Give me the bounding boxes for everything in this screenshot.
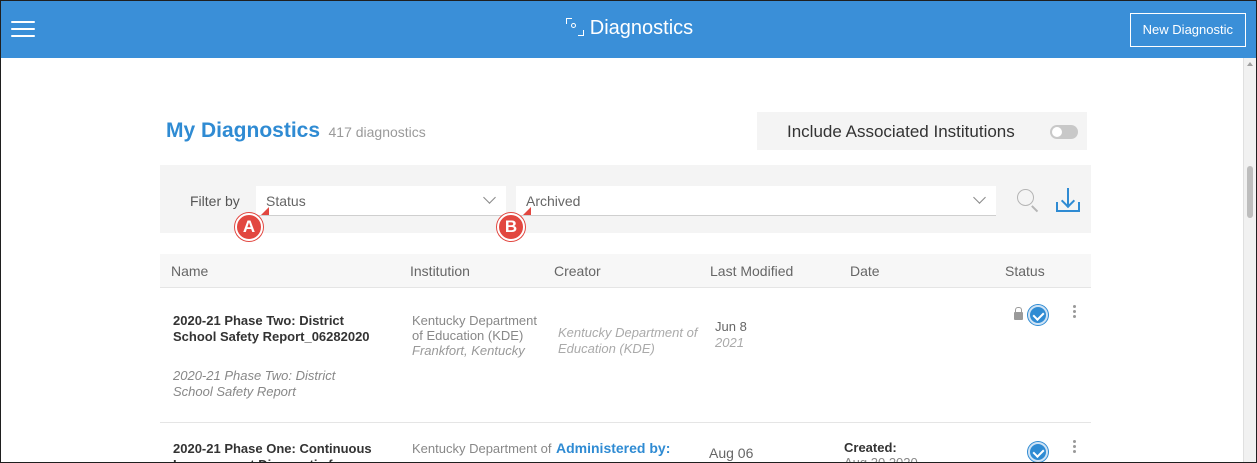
app-title: Diagnostics	[1, 17, 1256, 40]
lock-icon	[1014, 307, 1023, 320]
administered-by-label: Administered by:	[556, 440, 671, 456]
toggle-knob	[1052, 127, 1062, 137]
status-filter-value: Status	[266, 193, 306, 209]
page-title: My Diagnostics	[166, 119, 321, 142]
column-header-last-modified[interactable]: Last Modified	[710, 263, 793, 279]
annotation-marker-b: B	[497, 207, 531, 241]
top-bar: Diagnostics New Diagnostic	[1, 1, 1256, 58]
created-label: Created:	[844, 440, 897, 455]
diagnostics-count: 417 diagnostics	[328, 124, 426, 140]
app-window: Diagnostics New Diagnostic My Diagnostic…	[0, 0, 1257, 463]
institution-cell: Kentucky Department of Education (KDE) F…	[412, 313, 537, 358]
download-icon[interactable]	[1055, 186, 1081, 214]
search-icon[interactable]	[1017, 189, 1039, 212]
last-modified-year: 2021	[715, 335, 744, 350]
date-cell: Created: Aug 20 2020	[844, 440, 918, 463]
scroll-up-arrow-icon[interactable]	[1247, 62, 1253, 66]
institution-name: Kentucky Department of	[412, 441, 552, 456]
diagnostic-name-link[interactable]: 2020-21 Phase One: Continuous Improvemen…	[173, 441, 413, 462]
new-diagnostic-button[interactable]: New Diagnostic	[1129, 13, 1246, 47]
include-associated-panel: Include Associated Institutions	[757, 112, 1087, 150]
column-header-creator[interactable]: Creator	[554, 263, 601, 279]
creator-cell: Kentucky Department of Education (KDE)	[558, 325, 698, 356]
institution-name: Kentucky Department of Education (KDE)	[412, 313, 538, 343]
status-filter-select[interactable]: Status	[256, 186, 506, 216]
table-row[interactable]: 2020-21 Phase Two: District School Safet…	[160, 288, 1091, 423]
archived-filter-select[interactable]: Archived	[516, 186, 996, 216]
diagnostic-subtitle: 2020-21 Phase Two: District School Safet…	[173, 368, 336, 399]
chevron-down-icon	[973, 191, 986, 204]
marker-b-letter: B	[504, 217, 518, 236]
last-modified-day: Aug 06	[709, 445, 754, 461]
chevron-down-icon	[483, 191, 496, 204]
marker-a-letter: A	[242, 217, 256, 236]
diagnostic-name-link[interactable]: 2020-21 Phase Two: District School Safet…	[173, 313, 373, 345]
table-header: Name Institution Creator Last Modified D…	[160, 254, 1091, 288]
table-row[interactable]: 2020-21 Phase One: Continuous Improvemen…	[160, 423, 1091, 463]
institution-location: Frankfort, Kentucky	[412, 343, 525, 358]
page-heading: My Diagnostics 417 diagnostics	[166, 119, 426, 143]
created-date: Aug 20 2020	[844, 455, 918, 463]
annotation-marker-a: A	[235, 207, 269, 241]
check-circle-icon[interactable]	[1028, 442, 1048, 462]
vertical-scrollbar[interactable]	[1243, 58, 1256, 462]
include-associated-label: Include Associated Institutions	[787, 122, 1015, 141]
app-title-text: Diagnostics	[589, 17, 694, 39]
filter-bar: Filter by Status Archived	[160, 165, 1091, 233]
column-header-name[interactable]: Name	[171, 263, 208, 279]
check-circle-icon[interactable]	[1028, 305, 1048, 325]
last-modified-day: Jun 8	[715, 319, 747, 334]
diagnostics-scan-icon	[565, 18, 584, 36]
column-header-status[interactable]: Status	[1005, 263, 1045, 279]
column-header-institution[interactable]: Institution	[410, 263, 470, 279]
row-actions-kebab-icon[interactable]	[1073, 305, 1077, 319]
last-modified-cell: Jun 8 2021	[715, 319, 795, 351]
include-associated-toggle[interactable]	[1050, 125, 1078, 139]
scrollbar-thumb[interactable]	[1247, 166, 1253, 218]
archived-filter-value: Archived	[526, 193, 581, 209]
row-actions-kebab-icon[interactable]	[1073, 440, 1077, 454]
filter-by-label: Filter by	[190, 193, 240, 209]
column-header-date[interactable]: Date	[850, 263, 880, 279]
